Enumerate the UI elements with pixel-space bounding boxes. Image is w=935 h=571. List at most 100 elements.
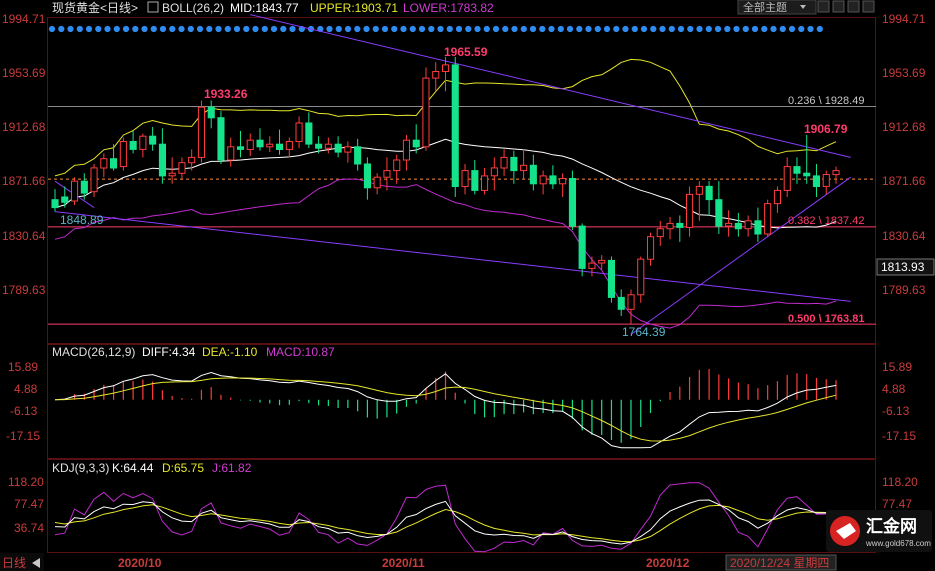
candle-up — [822, 174, 830, 187]
recent-high-annotation: 1906.79 — [804, 122, 848, 136]
boll-toggle-icon[interactable] — [147, 1, 159, 13]
candle-down — [754, 220, 762, 235]
event-dot — [409, 25, 416, 33]
price-tick-left: 1953.69 — [2, 66, 46, 80]
event-dot — [437, 25, 444, 33]
plus-icon[interactable] — [832, 0, 845, 13]
candle-up — [373, 176, 381, 189]
gold-daily-chart[interactable]: 现货黄金<日线> BOLL(26,2) MID:1843.77 UPPER:19… — [0, 0, 935, 571]
macd-panel-frame — [47, 344, 876, 459]
macd-tick-right: -17.15 — [882, 429, 916, 443]
brand-url: www.gold678.com — [865, 539, 931, 548]
event-dot — [391, 25, 398, 33]
chart-svg[interactable]: 现货黄金<日线> BOLL(26,2) MID:1843.77 UPPER:19… — [0, 0, 935, 571]
event-dot — [483, 25, 490, 33]
candle-up — [324, 143, 332, 149]
minus-icon[interactable] — [817, 0, 830, 13]
macd-header: MACD(26,12,9) DIFF:4.34 DEA:-1.10 MACD:1… — [52, 345, 335, 359]
event-dot — [178, 25, 185, 33]
candle-down — [256, 139, 264, 148]
macd-diff-label: DIFF:4.34 — [142, 345, 196, 359]
macd-dea-label: DEA:-1.10 — [202, 345, 258, 359]
candle-up — [637, 258, 645, 296]
close-icon[interactable] — [862, 0, 875, 13]
candle-down — [276, 143, 284, 150]
candle-up — [227, 146, 235, 161]
price-plot — [48, 14, 876, 335]
event-dot — [742, 25, 749, 33]
candle-down — [549, 175, 557, 185]
macd-tick-left: 4.88 — [14, 382, 38, 396]
candle-up — [832, 170, 840, 176]
event-dot — [603, 25, 611, 33]
candle-up — [481, 175, 489, 191]
candle-up — [520, 164, 528, 172]
price-tick-right: 1871.66 — [882, 174, 926, 188]
grid-icon[interactable] — [847, 0, 860, 13]
price-tick-left: 1871.66 — [2, 174, 46, 188]
candle-up — [71, 180, 79, 202]
fib-label-0236: 0.236 \ 1928.49 — [788, 95, 864, 107]
candle-up — [656, 228, 664, 238]
event-dot — [326, 25, 333, 33]
event-dot — [113, 25, 120, 33]
low-annotation: 1764.39 — [622, 325, 666, 339]
candle-down — [705, 185, 713, 201]
candle-up — [539, 175, 547, 185]
price-tick-left: 1830.64 — [2, 229, 46, 243]
candle-up — [178, 162, 186, 174]
candle-down — [617, 296, 625, 310]
event-dot — [122, 25, 130, 33]
event-dot — [196, 25, 204, 33]
candle-up — [393, 159, 401, 172]
event-dot — [48, 25, 56, 33]
event-dot — [659, 25, 666, 33]
candle-down — [793, 166, 801, 174]
candle-up — [246, 139, 254, 150]
candle-down — [510, 156, 518, 172]
candle-up — [442, 64, 450, 73]
event-dot — [261, 25, 268, 33]
event-dot — [807, 25, 814, 33]
event-dot — [798, 25, 805, 33]
price-tick-left: 1789.63 — [2, 283, 46, 297]
kdj-plot — [54, 482, 837, 553]
event-dot — [104, 25, 111, 33]
event-dot — [585, 25, 592, 33]
event-dot — [132, 25, 139, 33]
brand-watermark: 汇金网 www.gold678.com — [826, 510, 932, 552]
kdj-tick-right: 118.20 — [882, 475, 918, 489]
event-dot — [548, 25, 555, 33]
candle-down — [607, 259, 616, 298]
event-dot — [67, 25, 74, 33]
event-dot — [733, 25, 740, 33]
candle-up — [432, 71, 440, 79]
event-dot — [85, 25, 93, 33]
event-dot — [705, 25, 712, 33]
kdj-tick-left: 118.20 — [8, 475, 44, 489]
candle-down — [315, 143, 323, 149]
event-dot — [557, 25, 564, 33]
event-dot — [400, 25, 407, 33]
candle-down — [80, 180, 88, 194]
candle-up — [666, 222, 674, 230]
candle-up — [197, 106, 205, 158]
candle-up — [188, 156, 196, 164]
kdj-j-label: J:61.82 — [212, 461, 252, 475]
event-dot — [233, 25, 241, 33]
event-dot — [335, 25, 342, 33]
kdj-d-label: D:65.75 — [162, 461, 204, 475]
candle-up — [744, 220, 752, 230]
event-dot — [529, 25, 537, 33]
event-dot — [761, 25, 768, 33]
candle-up — [119, 141, 127, 168]
event-dot — [668, 25, 675, 33]
event-dot — [169, 25, 176, 33]
event-dot — [594, 25, 601, 33]
event-dot — [224, 25, 231, 33]
event-dot — [687, 25, 694, 33]
event-dot — [492, 25, 500, 33]
event-dot — [770, 25, 777, 33]
event-dot — [418, 25, 426, 33]
candle-up — [344, 146, 352, 153]
